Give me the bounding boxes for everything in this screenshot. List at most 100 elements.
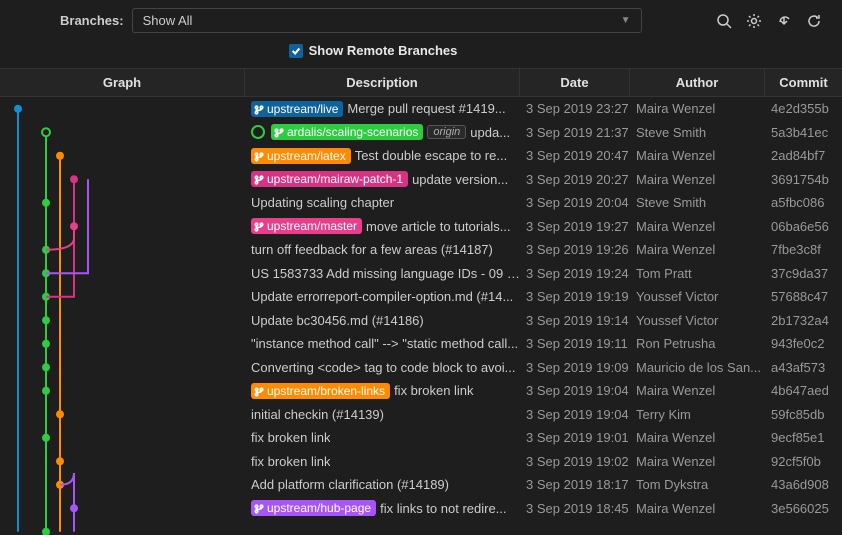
commit-row[interactable]: Converting <code> tag to code block to a… xyxy=(0,356,842,380)
commit-row[interactable]: fix broken link3 Sep 2019 19:01Maira Wen… xyxy=(0,426,842,450)
commit-author: Maira Wenzel xyxy=(630,172,765,187)
branch-tag[interactable]: upstream/hub-page xyxy=(251,500,376,516)
commit-row[interactable]: fix broken link3 Sep 2019 19:02Maira Wen… xyxy=(0,450,842,474)
branches-dropdown-value: Show All xyxy=(143,13,193,28)
commit-hash: 37c9da37 xyxy=(765,266,842,281)
commit-description: Add platform clarification (#14189) xyxy=(251,477,449,492)
branch-tag[interactable]: upstream/mairaw-patch-1 xyxy=(251,171,408,187)
commit-date: 3 Sep 2019 21:37 xyxy=(520,125,630,140)
branch-icon xyxy=(254,386,264,396)
show-remote-label: Show Remote Branches xyxy=(309,43,458,58)
gear-icon[interactable] xyxy=(746,13,762,29)
commit-row[interactable]: upstream/broken-links fix broken link 3 Se… xyxy=(0,379,842,403)
commit-hash: 5a3b41ec xyxy=(765,125,842,140)
branch-tag-text: upstream/mairaw-patch-1 xyxy=(267,172,403,186)
branch-tag-text: upstream/live xyxy=(267,102,338,116)
commit-author: Tom Pratt xyxy=(630,266,765,281)
commit-hash: 4b647aed xyxy=(765,383,842,398)
fetch-icon[interactable] xyxy=(776,13,792,29)
commit-date: 3 Sep 2019 19:24 xyxy=(520,266,630,281)
header-graph[interactable]: Graph xyxy=(0,69,245,96)
branch-tag[interactable]: upstream/latex xyxy=(251,148,351,164)
commit-author: Maira Wenzel xyxy=(630,430,765,445)
commit-hash: 43a6d908 xyxy=(765,477,842,492)
commit-hash: 943fe0c2 xyxy=(765,336,842,351)
commit-description: fix broken link xyxy=(251,454,330,469)
branch-tag[interactable]: upstream/broken-links xyxy=(251,383,390,399)
branch-tag[interactable]: upstream/master xyxy=(251,218,362,234)
commit-date: 3 Sep 2019 19:01 xyxy=(520,430,630,445)
commit-description: US 1583733 Add missing language IDs - 09… xyxy=(251,266,520,281)
commit-date: 3 Sep 2019 19:26 xyxy=(520,242,630,257)
commit-row[interactable]: US 1583733 Add missing language IDs - 09… xyxy=(0,262,842,286)
commit-description: upda... xyxy=(470,125,510,140)
commit-author: Maira Wenzel xyxy=(630,219,765,234)
commit-author: Maira Wenzel xyxy=(630,148,765,163)
commit-date: 3 Sep 2019 19:04 xyxy=(520,407,630,422)
commit-list: upstream/liveMerge pull request #1419...… xyxy=(0,97,842,520)
commit-author: Ron Petrusha xyxy=(630,336,765,351)
commit-hash: 59fc85db xyxy=(765,407,842,422)
commit-date: 3 Sep 2019 19:04 xyxy=(520,383,630,398)
commit-author: Youssef Victor xyxy=(630,313,765,328)
branch-icon xyxy=(254,221,264,231)
commit-date: 3 Sep 2019 19:27 xyxy=(520,219,630,234)
branches-dropdown[interactable]: Show All ▼ xyxy=(132,8,642,33)
header-description[interactable]: Description xyxy=(245,69,520,96)
branch-icon xyxy=(254,151,264,161)
commit-row[interactable]: upstream/liveMerge pull request #1419...… xyxy=(0,97,842,121)
commit-description: fix links to not redire... xyxy=(380,501,506,516)
branch-tag[interactable]: ardalis/scaling-scenarios xyxy=(271,124,423,140)
commit-description: Update bc30456.md (#14186) xyxy=(251,313,424,328)
branch-tag-text: upstream/latex xyxy=(267,149,346,163)
commit-date: 3 Sep 2019 19:02 xyxy=(520,454,630,469)
commit-description: "instance method call" --> "static metho… xyxy=(251,336,518,351)
branch-tag-text: upstream/broken-links xyxy=(267,384,385,398)
show-remote-checkbox[interactable] xyxy=(289,44,303,58)
commit-date: 3 Sep 2019 18:17 xyxy=(520,477,630,492)
commit-row[interactable]: ardalis/scaling-scenariosoriginupda...3 … xyxy=(0,121,842,145)
commit-date: 3 Sep 2019 18:45 xyxy=(520,501,630,516)
commit-author: Maira Wenzel xyxy=(630,242,765,257)
chevron-down-icon: ▼ xyxy=(621,15,631,26)
commit-author: Terry Kim xyxy=(630,407,765,422)
header-commit[interactable]: Commit xyxy=(765,69,842,96)
branch-tag[interactable]: upstream/live xyxy=(251,101,343,117)
commit-hash: 2b1732a4 xyxy=(765,313,842,328)
commit-row[interactable]: Update bc30456.md (#14186)3 Sep 2019 19:… xyxy=(0,309,842,333)
commit-hash: 3e566025 xyxy=(765,501,842,516)
search-icon[interactable] xyxy=(716,13,732,29)
commit-row[interactable]: Updating scaling chapter3 Sep 2019 20:04… xyxy=(0,191,842,215)
commit-date: 3 Sep 2019 23:27 xyxy=(520,101,630,116)
commit-row[interactable]: upstream/mairaw-patch-1update version...… xyxy=(0,168,842,192)
header-author[interactable]: Author xyxy=(630,69,765,96)
commit-hash: a5fbc086 xyxy=(765,195,842,210)
branch-tag-text: ardalis/scaling-scenarios xyxy=(287,125,418,139)
commit-author: Maira Wenzel xyxy=(630,501,765,516)
header-date[interactable]: Date xyxy=(520,69,630,96)
commit-row[interactable]: upstream/hub-page fix links to not redire… xyxy=(0,497,842,521)
commit-row[interactable]: Update errorreport-compiler-option.md (#… xyxy=(0,285,842,309)
commit-description: Updating scaling chapter xyxy=(251,195,394,210)
branch-icon xyxy=(254,104,264,114)
commit-row[interactable]: initial checkin (#14139)3 Sep 2019 19:04… xyxy=(0,403,842,427)
branch-tag-text: upstream/master xyxy=(267,219,357,233)
commit-row[interactable]: Add platform clarification (#14189) 3 Sep… xyxy=(0,473,842,497)
commit-description: fix broken link xyxy=(394,383,473,398)
commit-description: Converting <code> tag to code block to a… xyxy=(251,360,516,375)
commit-row[interactable]: turn off feedback for a few areas (#1418… xyxy=(0,238,842,262)
commit-description: turn off feedback for a few areas (#1418… xyxy=(251,242,493,257)
commit-date: 3 Sep 2019 19:09 xyxy=(520,360,630,375)
commit-author: Tom Dykstra xyxy=(630,477,765,492)
commit-author: Youssef Victor xyxy=(630,289,765,304)
commit-hash: 92cf5f0b xyxy=(765,454,842,469)
branch-icon xyxy=(254,174,264,184)
commit-row[interactable]: "instance method call" --> "static metho… xyxy=(0,332,842,356)
refresh-icon[interactable] xyxy=(806,13,822,29)
commit-row[interactable]: upstream/mastermove article to tutorials… xyxy=(0,215,842,239)
commit-row[interactable]: upstream/latexTest double escape to re..… xyxy=(0,144,842,168)
commit-date: 3 Sep 2019 19:11 xyxy=(520,336,630,351)
branch-icon xyxy=(254,503,264,513)
branches-label: Branches: xyxy=(12,13,124,28)
head-indicator-icon xyxy=(251,125,265,139)
